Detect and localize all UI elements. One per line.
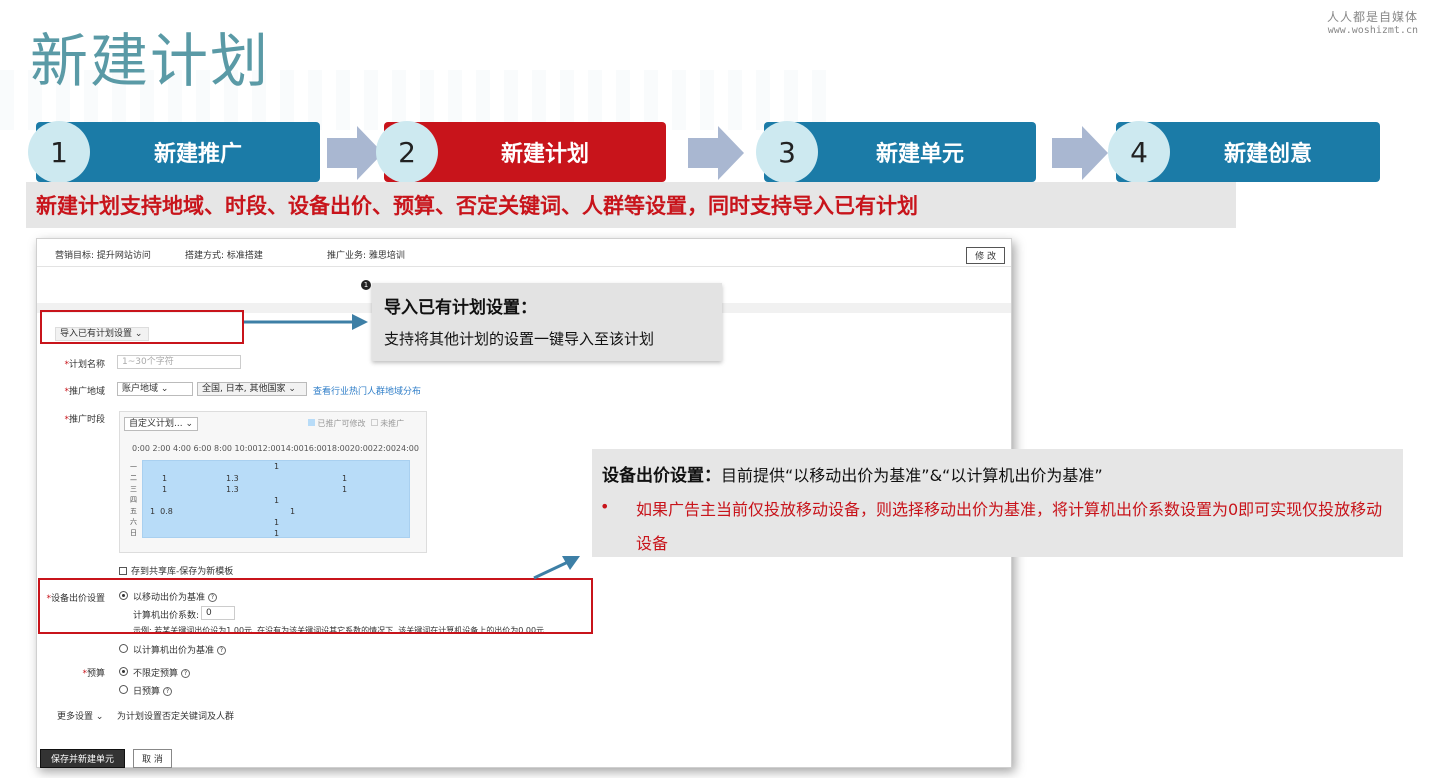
marketing-goal: 营销目标: 提升网站访问	[55, 251, 151, 261]
step-marker: 1	[361, 280, 371, 290]
device-callout: 设备出价设置：目前提供“以移动出价为基准”&“以计算机出价为基准” • 如果广告…	[592, 449, 1403, 557]
help-icon[interactable]: ?	[181, 669, 191, 678]
budget-daily-label: 日预算?	[133, 684, 173, 697]
day-label: 四	[130, 496, 137, 504]
day-label: 六	[130, 518, 137, 526]
region-distribution-link[interactable]: 查看行业热门人群地域分布	[313, 384, 421, 397]
hour-labels: 0:00 2:00 4:00 6:00 8:00 10:0012:0014:00…	[132, 444, 419, 453]
cell-value: 1	[162, 485, 168, 494]
legend-swatch-editable	[308, 419, 315, 426]
region-select[interactable]: 账户地域 ⌄	[117, 382, 193, 396]
cell-value: 1	[274, 496, 280, 505]
legend-none: 未推广	[380, 419, 405, 428]
cell-value: 1	[290, 507, 296, 516]
schedule-legend: 已推广可修改 未推广	[308, 418, 404, 429]
description-bar: 新建计划支持地域、时段、设备出价、预算、否定关键词、人群等设置，同时支持导入已有…	[26, 182, 1236, 228]
cell-value: 1	[162, 474, 168, 483]
import-callout: 导入已有计划设置： 支持将其他计划的设置一键导入至该计划	[372, 283, 722, 361]
help-icon[interactable]: ?	[163, 687, 173, 696]
business: 推广业务: 雅思培训	[327, 251, 405, 261]
cell-value: 1.3	[226, 485, 239, 494]
plan-name-label: *计划名称	[64, 360, 105, 370]
brand-name: 人人都是自媒体	[1326, 10, 1418, 24]
brand-watermark: 人人都是自媒体 www.woshizmt.cn	[1327, 8, 1418, 36]
step-2-new-plan[interactable]: 2 新建计划	[376, 121, 666, 183]
step-2-number: 2	[376, 121, 438, 183]
import-highlight-box	[40, 310, 244, 344]
step-4-number: 4	[1108, 121, 1170, 183]
day-label: 日	[130, 529, 137, 537]
cell-value: 1.3	[226, 474, 239, 483]
step-arrow-icon	[688, 126, 744, 180]
brand-url: www.woshizmt.cn	[1327, 25, 1418, 36]
device-callout-heading: 设备出价设置：	[602, 466, 721, 486]
more-settings-toggle[interactable]: 更多设置 ⌄	[57, 709, 103, 722]
day-label: 五	[130, 507, 137, 515]
cell-value: 1	[274, 529, 280, 538]
summary-header: 营销目标: 提升网站访问 搭建方式: 标准搭建 推广业务: 雅思培训 修 改	[37, 239, 1011, 267]
step-1-number: 1	[28, 121, 90, 183]
page-title: 新建计划	[30, 27, 271, 95]
cancel-button[interactable]: 取 消	[133, 749, 172, 768]
pc-base-radio[interactable]	[119, 644, 128, 653]
day-label: 一	[130, 463, 137, 471]
cell-value: 1	[274, 518, 280, 527]
day-label: 二	[130, 474, 137, 482]
help-icon[interactable]: ?	[217, 646, 227, 655]
step-arrow-icon	[1052, 126, 1108, 180]
device-highlight-box	[38, 578, 593, 634]
modify-button[interactable]: 修 改	[966, 247, 1005, 264]
step-4-new-creative[interactable]: 4 新建创意	[1108, 121, 1380, 183]
device-callout-title: 设备出价设置：目前提供“以移动出价为基准”&“以计算机出价为基准”	[602, 461, 1393, 486]
cell-value: 1	[342, 485, 348, 494]
save-and-new-unit-button[interactable]: 保存并新建单元	[40, 749, 126, 768]
day-label: 三	[130, 485, 137, 493]
step-1-new-campaign[interactable]: 1 新建推广	[28, 121, 320, 183]
device-callout-bullet-text: 如果广告主当前仅投放移动设备，则选择移动出价为基准，将计算机出价系数设置为0即可…	[636, 500, 1383, 553]
legend-editable: 已推广可修改	[317, 419, 366, 428]
time-label: *推广时段	[64, 415, 105, 425]
budget-daily-radio[interactable]	[119, 685, 128, 694]
region-value-select[interactable]: 全国, 日本, 其他国家 ⌄	[197, 382, 307, 396]
import-callout-text: 支持将其他计划的设置一键导入至该计划	[384, 330, 655, 348]
legend-swatch-none	[370, 419, 378, 426]
more-settings-desc: 为计划设置否定关键词及人群	[117, 712, 235, 722]
build-method: 搭建方式: 标准搭建	[185, 251, 263, 261]
schedule-select[interactable]: 自定义计划... ⌄	[124, 417, 198, 431]
budget-label: *预算	[82, 669, 105, 679]
pc-base-label: 以计算机出价为基准?	[133, 643, 227, 656]
save-template-label: 存到共享库-保存为新模板	[131, 567, 234, 577]
cell-value: 1 0.8	[150, 507, 173, 516]
step-3-new-unit[interactable]: 3 新建单元	[756, 121, 1036, 183]
import-callout-heading: 导入已有计划设置：	[384, 298, 537, 318]
budget-unlimited-label: 不限定预算?	[133, 666, 191, 679]
step-3-number: 3	[756, 121, 818, 183]
cell-value: 1	[342, 474, 348, 483]
budget-unlimited-radio[interactable]	[119, 667, 128, 676]
plan-name-input[interactable]: 1~30个字符	[117, 355, 241, 369]
save-template-checkbox[interactable]	[119, 567, 127, 575]
region-label: *推广地域	[64, 387, 105, 397]
device-callout-text: 目前提供“以移动出价为基准”&“以计算机出价为基准”	[721, 466, 1103, 485]
schedule-grid: 自定义计划... ⌄ 已推广可修改 未推广 0:00 2:00 4:00 6:0…	[119, 411, 427, 553]
bullet-icon: •	[600, 497, 610, 516]
cell-value: 1	[274, 462, 280, 471]
